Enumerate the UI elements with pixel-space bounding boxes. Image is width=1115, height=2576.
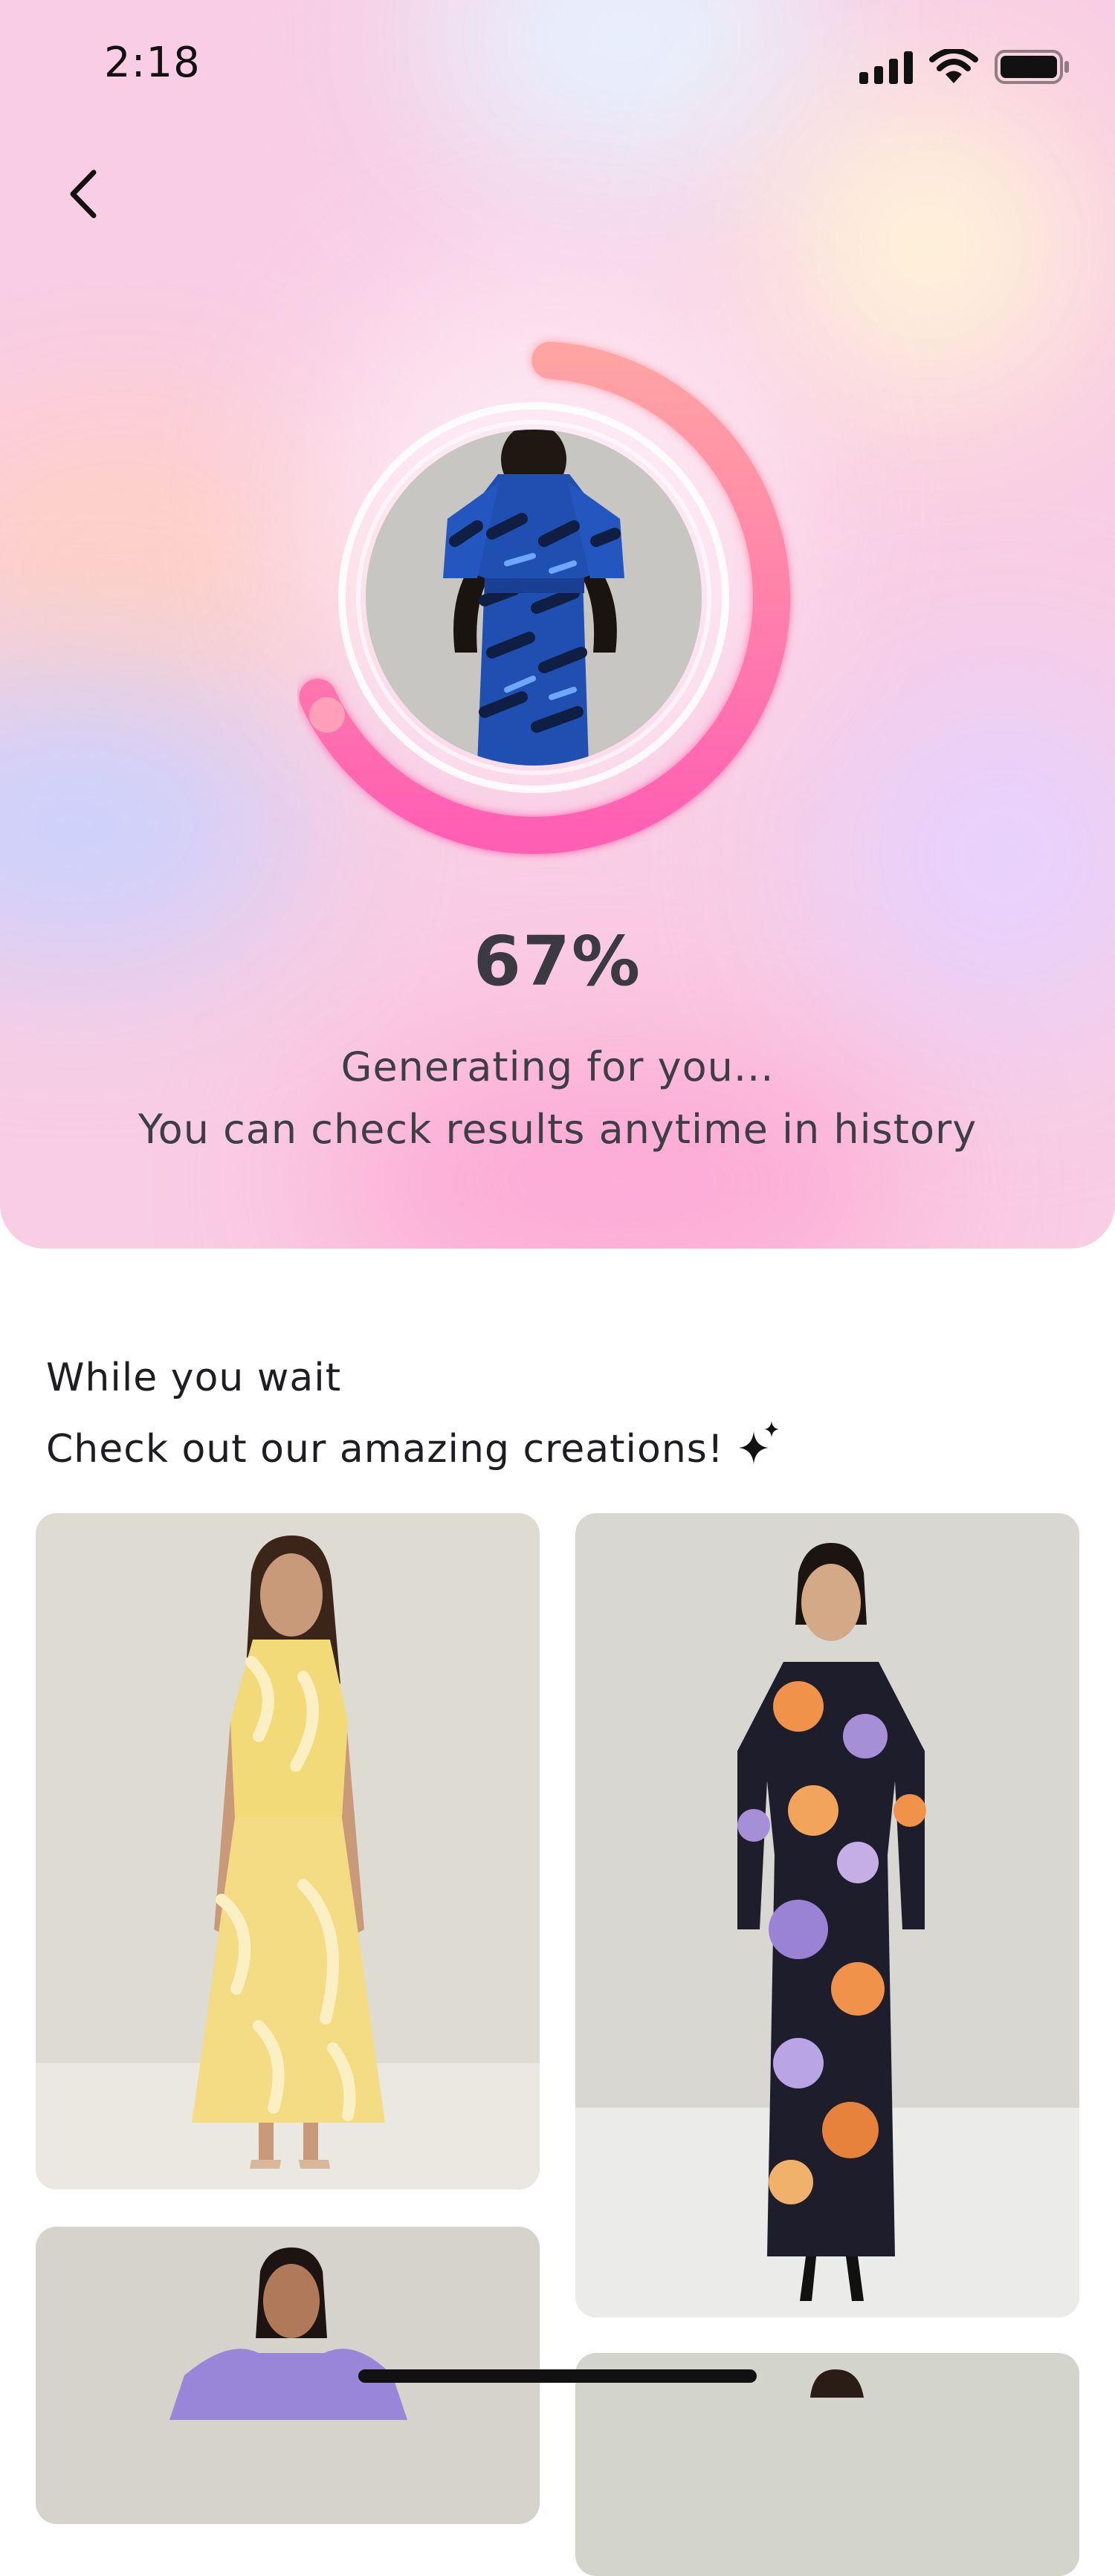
wait-heading: While you wait: [46, 1356, 342, 1400]
status-time: 2:18: [104, 39, 201, 87]
wifi-icon: [929, 48, 978, 88]
progress-dot: [309, 697, 345, 733]
gallery-card-yellow-set[interactable]: [36, 1513, 540, 2190]
progress-indicator: [297, 320, 818, 870]
wait-subheading: Check out our amazing creations!: [46, 1421, 782, 1477]
wait-subheading-text: Check out our amazing creations!: [46, 1426, 724, 1472]
generating-message: Generating for you...: [340, 1043, 775, 1090]
status-bar: 2:18: [0, 0, 1115, 134]
hero-blob-peach: [0, 416, 327, 728]
battery-icon: [995, 50, 1070, 87]
home-indicator[interactable]: [358, 2369, 757, 2383]
product-photo: [366, 430, 702, 766]
chevron-left-icon: [67, 168, 100, 223]
gallery-card-fourth-item[interactable]: [575, 2353, 1079, 2576]
back-button[interactable]: [54, 162, 113, 229]
cellular-signal-icon: [859, 50, 913, 87]
hero-blob-yellow: [773, 89, 1085, 401]
status-icons: [859, 48, 1070, 88]
sparkle-icon: [736, 1421, 782, 1477]
gallery-card-floral-navy-dress[interactable]: [575, 1513, 1079, 2317]
history-hint: You can check results anytime in history: [138, 1106, 977, 1153]
progress-percent: 67%: [473, 922, 642, 1001]
